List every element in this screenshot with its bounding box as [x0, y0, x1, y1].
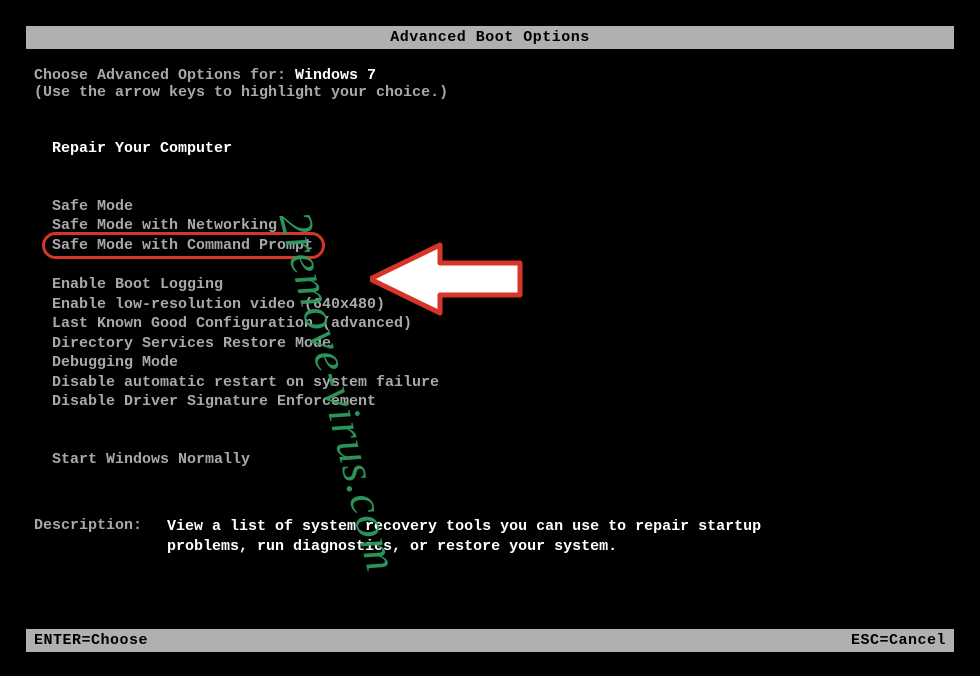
menu-item-disable-driver-sig[interactable]: Disable Driver Signature Enforcement	[50, 392, 378, 412]
title-bar: Advanced Boot Options	[26, 26, 954, 49]
annotation-highlight-box: Safe Mode with Command Prompt	[50, 236, 315, 256]
navigation-hint: (Use the arrow keys to highlight your ch…	[34, 84, 954, 101]
menu-item-safe-mode-cmd[interactable]: Safe Mode with Command Prompt	[50, 236, 315, 256]
menu-item-safe-mode-networking[interactable]: Safe Mode with Networking	[50, 216, 279, 236]
intro-line: Choose Advanced Options for: Windows 7	[34, 67, 954, 84]
footer-esc: ESC=Cancel	[851, 632, 946, 649]
menu-item-repair[interactable]: Repair Your Computer	[50, 139, 234, 159]
menu-group-normal: Start Windows Normally	[50, 450, 954, 470]
menu-item-disable-auto-restart[interactable]: Disable automatic restart on system fail…	[50, 373, 441, 393]
menu-item-debugging[interactable]: Debugging Mode	[50, 353, 180, 373]
intro-prefix: Choose Advanced Options for:	[34, 67, 295, 84]
menu-item-low-res[interactable]: Enable low-resolution video (640x480)	[50, 295, 387, 315]
boot-menu-content: Choose Advanced Options for: Windows 7 (…	[0, 49, 980, 556]
menu-item-ds-restore[interactable]: Directory Services Restore Mode	[50, 334, 333, 354]
menu-group-safe-mode: Safe Mode Safe Mode with Networking Safe…	[50, 197, 954, 256]
footer-bar: ENTER=Choose ESC=Cancel	[26, 629, 954, 652]
menu-item-last-known-good[interactable]: Last Known Good Configuration (advanced)	[50, 314, 414, 334]
menu-item-boot-logging[interactable]: Enable Boot Logging	[50, 275, 225, 295]
title-text: Advanced Boot Options	[390, 29, 590, 46]
description-text: View a list of system recovery tools you…	[167, 517, 807, 556]
menu-item-safe-mode[interactable]: Safe Mode	[50, 197, 135, 217]
menu-item-start-normally[interactable]: Start Windows Normally	[50, 450, 252, 470]
menu-group-repair: Repair Your Computer	[50, 139, 954, 159]
description-block: Description: View a list of system recov…	[34, 517, 954, 556]
menu-group-advanced: Enable Boot Logging Enable low-resolutio…	[50, 275, 954, 412]
description-label: Description:	[34, 517, 158, 534]
footer-enter: ENTER=Choose	[34, 632, 148, 649]
os-name: Windows 7	[295, 67, 376, 84]
